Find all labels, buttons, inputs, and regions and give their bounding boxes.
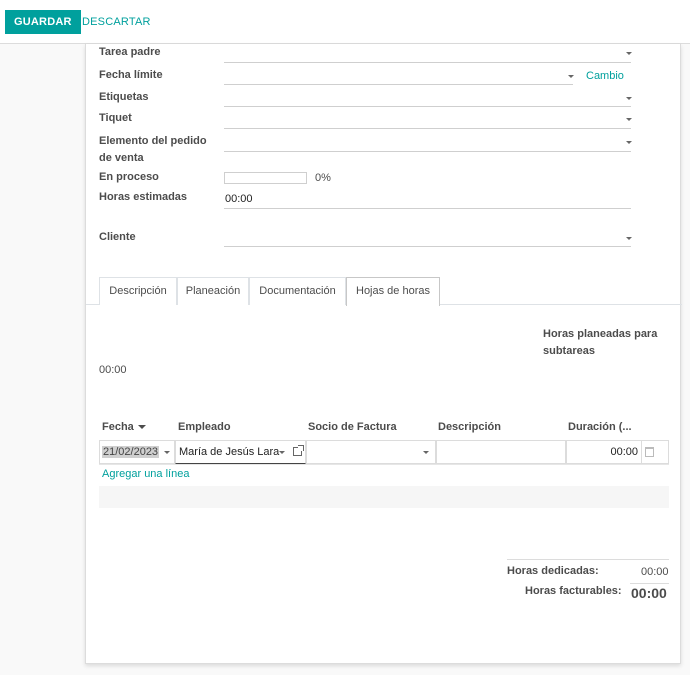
sale-line-input[interactable] <box>224 134 631 152</box>
totals-divider <box>630 583 669 584</box>
deadline-change-link[interactable]: Cambio <box>586 68 624 84</box>
tab-timesheets[interactable]: Hojas de horas <box>346 277 440 306</box>
column-description[interactable]: Descripción <box>438 421 501 433</box>
chevron-down-icon <box>164 451 170 454</box>
progress-bar <box>224 172 307 184</box>
table-row-divider <box>99 464 669 465</box>
totals-divider <box>507 559 669 560</box>
chevron-down-icon[interactable] <box>626 97 632 100</box>
progress-label: En proceso <box>99 171 159 183</box>
parent-task-label: Tarea padre <box>99 46 161 58</box>
parent-task-input[interactable] <box>224 45 631 63</box>
row-delete-cell <box>642 440 669 464</box>
control-panel: GUARDAR DESCARTAR <box>0 0 690 44</box>
sort-desc-icon <box>137 425 146 430</box>
date-field[interactable]: 21/02/2023 <box>99 440 175 464</box>
description-field[interactable] <box>436 440 566 464</box>
chevron-down-icon <box>279 451 285 454</box>
effective-hours-label: Horas dedicadas: <box>507 565 599 577</box>
billable-hours-label: Horas facturables: <box>525 585 622 597</box>
column-date[interactable]: Fecha <box>102 421 146 433</box>
tab-documentation[interactable]: Documentación <box>249 277 346 305</box>
chevron-down-icon[interactable] <box>626 237 632 240</box>
chevron-down-icon <box>423 451 429 454</box>
chevron-down-icon[interactable] <box>626 52 632 55</box>
billable-hours-value: 00:00 <box>631 585 667 601</box>
add-line-link[interactable]: Agregar una línea <box>102 468 189 480</box>
subtask-hours-value: 00:00 <box>99 364 127 376</box>
discard-button[interactable]: DESCARTAR <box>76 10 157 34</box>
tags-label: Etiquetas <box>99 91 149 103</box>
employee-field[interactable]: María de Jesús Lara <box>175 440 306 464</box>
duration-field[interactable]: 00:00 <box>566 440 642 464</box>
trash-icon[interactable] <box>645 447 654 457</box>
customer-input[interactable] <box>224 229 631 247</box>
chevron-down-icon[interactable] <box>626 141 632 144</box>
form-sheet: Tarea padre Fecha límite Cambio Etiqueta… <box>85 44 682 664</box>
column-employee[interactable]: Empleado <box>178 421 231 433</box>
tags-input[interactable] <box>224 89 631 107</box>
planned-hours-label: Horas estimadas <box>99 191 188 203</box>
progress-value: 0% <box>315 172 331 184</box>
planned-hours-input[interactable]: 00:00 <box>224 190 631 209</box>
chevron-down-icon[interactable] <box>568 75 574 78</box>
sale-line-label: Elemento del pedido de venta <box>99 135 207 164</box>
external-link-icon[interactable] <box>293 445 304 456</box>
column-duration[interactable]: Duración (... <box>568 421 632 433</box>
deadline-label: Fecha límite <box>99 69 163 81</box>
effective-hours-value: 00:00 <box>641 566 669 578</box>
chevron-down-icon[interactable] <box>626 118 632 121</box>
save-button[interactable]: GUARDAR <box>5 10 81 34</box>
deadline-input[interactable] <box>224 67 573 85</box>
subtask-hours-label: Horas planeadas para subtareas <box>543 328 658 357</box>
tab-description[interactable]: Descripción <box>99 277 177 305</box>
ticket-label: Tiquet <box>99 112 132 124</box>
column-partner[interactable]: Socio de Factura <box>308 421 397 433</box>
customer-label: Cliente <box>99 231 136 243</box>
empty-row <box>99 486 669 508</box>
ticket-input[interactable] <box>224 111 631 129</box>
tab-planning[interactable]: Planeación <box>177 277 249 305</box>
partner-field[interactable] <box>306 440 436 464</box>
